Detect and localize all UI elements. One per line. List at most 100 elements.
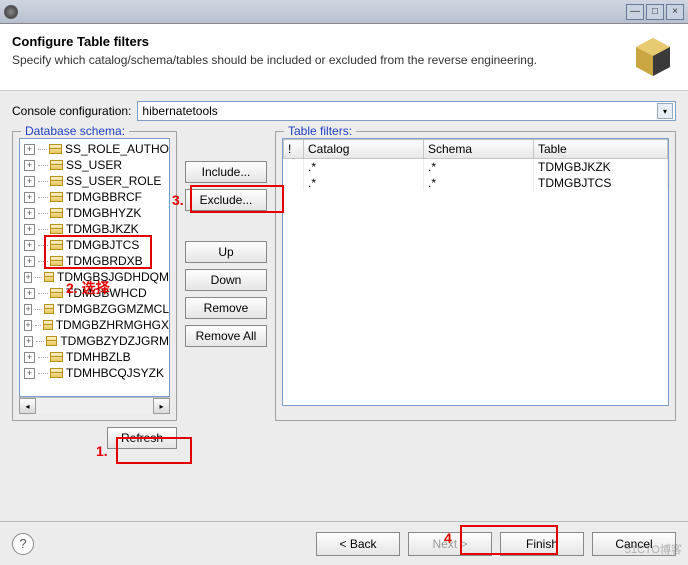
tree-item-label: TDMGBRDXB bbox=[66, 254, 143, 268]
dialog-title: Configure Table filters bbox=[12, 34, 622, 49]
tree-item-label: TDMGBHYZK bbox=[66, 206, 141, 220]
expand-icon[interactable]: + bbox=[24, 240, 35, 251]
cancel-button[interactable]: Cancel bbox=[592, 532, 676, 556]
table-icon bbox=[43, 320, 52, 330]
expand-icon[interactable]: + bbox=[24, 176, 35, 187]
exclude-button[interactable]: Exclude... bbox=[185, 189, 267, 211]
tree-item[interactable]: + TDMHBCQJSYZK bbox=[20, 365, 169, 381]
maximize-button[interactable]: □ bbox=[646, 4, 664, 20]
cell-bang bbox=[284, 175, 304, 191]
database-schema-legend: Database schema: bbox=[21, 124, 129, 138]
expand-icon[interactable]: + bbox=[24, 160, 35, 171]
expand-icon[interactable]: + bbox=[24, 272, 32, 283]
table-icon bbox=[50, 176, 63, 186]
tree-item[interactable]: + TDMGBSJGDHDQM bbox=[20, 269, 169, 285]
next-button: Next > bbox=[408, 532, 492, 556]
finish-button[interactable]: Finish bbox=[500, 532, 584, 556]
table-icon bbox=[50, 224, 63, 234]
tree-item-label: TDMGBJKZK bbox=[66, 222, 139, 236]
remove-button[interactable]: Remove bbox=[185, 297, 267, 319]
console-config-value: hibernatetools bbox=[142, 104, 217, 118]
tree-item[interactable]: + TDMGBBRCF bbox=[20, 189, 169, 205]
include-button[interactable]: Include... bbox=[185, 161, 267, 183]
filter-row[interactable]: .*.*TDMGBJTCS bbox=[284, 175, 668, 191]
tree-item-label: SS_USER_ROLE bbox=[66, 174, 161, 188]
tree-item[interactable]: + SS_USER bbox=[20, 157, 169, 173]
tree-item[interactable]: + TDMHBZLB bbox=[20, 349, 169, 365]
console-config-label: Console configuration: bbox=[12, 104, 131, 118]
tree-item[interactable]: +TDMGBZYDZJGRM bbox=[20, 333, 169, 349]
cell-catalog: .* bbox=[304, 159, 424, 176]
expand-icon[interactable]: + bbox=[24, 336, 33, 347]
tree-item[interactable]: + TDMGBZGGMZMCL bbox=[20, 301, 169, 317]
tree-item-label: SS_USER bbox=[66, 158, 122, 172]
expand-icon[interactable]: + bbox=[24, 256, 35, 267]
tree-item-label: TDMGBZGGMZMCL bbox=[57, 302, 169, 316]
filters-grid[interactable]: ! Catalog Schema Table .*.*TDMGBJKZK.*.*… bbox=[282, 138, 669, 406]
tree-item-label: TDMGBBRCF bbox=[66, 190, 142, 204]
console-config-combo[interactable]: hibernatetools ▾ bbox=[137, 101, 676, 121]
dialog-subtitle: Specify which catalog/schema/tables shou… bbox=[12, 53, 622, 67]
minimize-button[interactable]: — bbox=[626, 4, 644, 20]
scroll-track[interactable] bbox=[36, 398, 153, 414]
expand-icon[interactable]: + bbox=[24, 352, 35, 363]
tree-item-label: TDMGBZHRMGHGX bbox=[56, 318, 169, 332]
table-icon bbox=[46, 336, 57, 346]
horizontal-scrollbar[interactable]: ◂ ▸ bbox=[19, 397, 170, 414]
filter-row[interactable]: .*.*TDMGBJKZK bbox=[284, 159, 668, 176]
cell-schema: .* bbox=[424, 175, 534, 191]
tree-item[interactable]: + SS_ROLE_AUTHO bbox=[20, 141, 169, 157]
remove-all-button[interactable]: Remove All bbox=[185, 325, 267, 347]
table-icon bbox=[50, 368, 63, 378]
expand-icon[interactable]: + bbox=[24, 144, 35, 155]
tree-item-label: SS_ROLE_AUTHO bbox=[65, 142, 169, 156]
col-schema[interactable]: Schema bbox=[424, 140, 534, 159]
cell-schema: .* bbox=[424, 159, 534, 176]
col-catalog[interactable]: Catalog bbox=[304, 140, 424, 159]
up-button[interactable]: Up bbox=[185, 241, 267, 263]
dialog-header: Configure Table filters Specify which ca… bbox=[0, 24, 688, 91]
expand-icon[interactable]: + bbox=[24, 288, 35, 299]
help-icon[interactable]: ? bbox=[12, 533, 34, 555]
scroll-right-button[interactable]: ▸ bbox=[153, 398, 170, 414]
window-titlebar: — □ × bbox=[0, 0, 688, 24]
col-table[interactable]: Table bbox=[534, 140, 668, 159]
table-filters-fieldset: Table filters: ! Catalog Schema Table bbox=[275, 131, 676, 421]
table-icon bbox=[50, 240, 63, 250]
back-button[interactable]: < Back bbox=[316, 532, 400, 556]
tree-item[interactable]: + SS_USER_ROLE bbox=[20, 173, 169, 189]
table-icon bbox=[44, 272, 54, 282]
tree-item[interactable]: + TDMGBRDXB bbox=[20, 253, 169, 269]
tree-item-label: TDMGBSJGDHDQM bbox=[57, 270, 169, 284]
table-filters-legend: Table filters: bbox=[284, 124, 356, 138]
wizard-buttons: ? < Back Next > Finish Cancel bbox=[0, 521, 688, 565]
table-icon bbox=[50, 256, 63, 266]
tree-item[interactable]: + TDMGBHYZK bbox=[20, 205, 169, 221]
chevron-down-icon[interactable]: ▾ bbox=[657, 103, 673, 119]
expand-icon[interactable]: + bbox=[24, 304, 32, 315]
col-bang[interactable]: ! bbox=[284, 140, 304, 159]
expand-icon[interactable]: + bbox=[24, 192, 35, 203]
tree-item[interactable]: +TDMGBWHCD bbox=[20, 285, 169, 301]
expand-icon[interactable]: + bbox=[24, 208, 35, 219]
tree-item[interactable]: + TDMGBJTCS bbox=[20, 237, 169, 253]
expand-icon[interactable]: + bbox=[24, 368, 35, 379]
table-icon bbox=[50, 352, 63, 362]
expand-icon[interactable]: + bbox=[24, 320, 32, 331]
tree-item[interactable]: + TDMGBZHRMGHGX bbox=[20, 317, 169, 333]
database-schema-fieldset: Database schema: +SS_ROLE_AUTHO+SS_USER+… bbox=[12, 131, 177, 421]
cell-table: TDMGBJKZK bbox=[534, 159, 668, 176]
close-button[interactable]: × bbox=[666, 4, 684, 20]
refresh-button[interactable]: Refresh bbox=[107, 427, 177, 449]
down-button[interactable]: Down bbox=[185, 269, 267, 291]
scroll-left-button[interactable]: ◂ bbox=[19, 398, 36, 414]
tree-item-label: TDMHBZLB bbox=[66, 350, 131, 364]
tree-item-label: TDMGBJTCS bbox=[66, 238, 139, 252]
expand-icon[interactable]: + bbox=[24, 224, 35, 235]
app-icon bbox=[4, 5, 18, 19]
cell-catalog: .* bbox=[304, 175, 424, 191]
tree-item-label: TDMHBCQJSYZK bbox=[66, 366, 164, 380]
hibernate-icon bbox=[630, 34, 676, 80]
tree-item[interactable]: + TDMGBJKZK bbox=[20, 221, 169, 237]
schema-tree[interactable]: +SS_ROLE_AUTHO+SS_USER+SS_USER_ROLE+TDMG… bbox=[19, 138, 170, 397]
